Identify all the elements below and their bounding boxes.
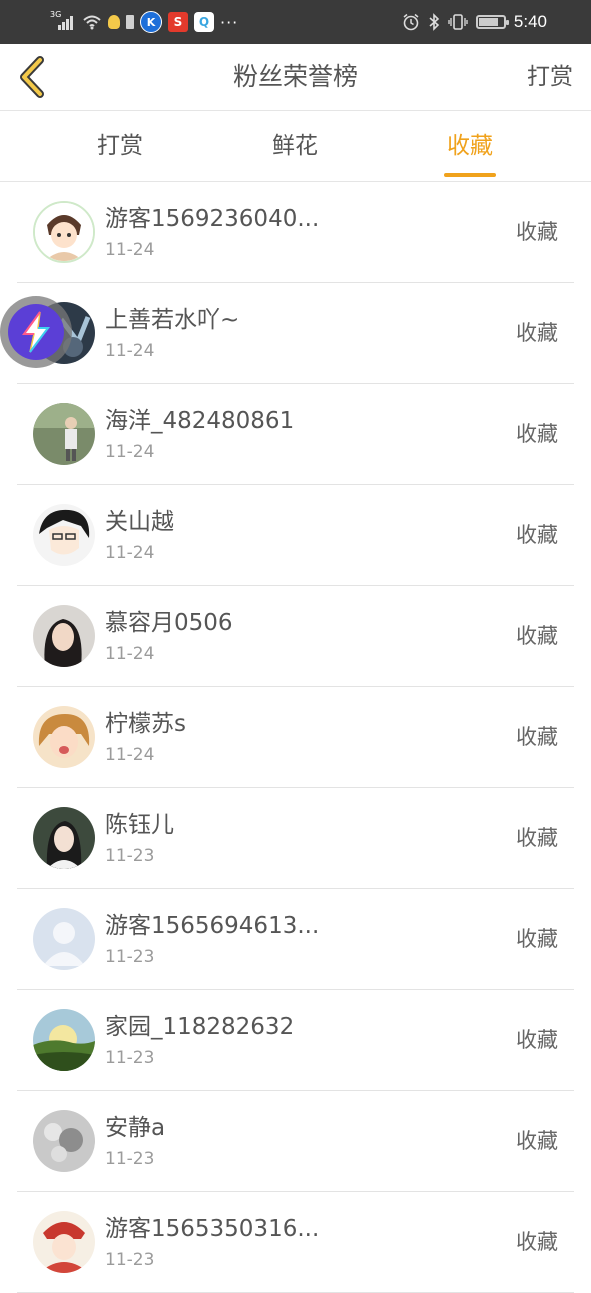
list-item[interactable]: 游客1565694613... 11-23 收藏 [17,889,574,990]
alarm-icon [403,13,419,31]
avatar [33,605,95,667]
tab-reward[interactable]: 打赏 [50,111,190,181]
tab-favorites[interactable]: 收藏 [400,111,540,181]
user-date: 11-23 [105,846,155,866]
row-action-label: 收藏 [516,1230,558,1254]
row-action-label: 收藏 [516,927,558,951]
network-type-label: 3G [50,10,62,19]
row-action-label: 收藏 [516,725,558,749]
user-name: 安静a [105,1115,166,1141]
tab-bar: 打赏 鲜花 收藏 [0,111,591,182]
cellular-signal-icon: 3G [50,10,76,32]
user-date: 11-24 [105,745,155,765]
lightning-bolt-icon [22,311,50,353]
list-item[interactable]: 柠檬苏s 11-24 收藏 [17,687,574,788]
user-name: 关山越 [105,509,174,535]
small-battery-icon [126,15,134,29]
user-name: 家园_118282632 [105,1014,295,1040]
app-q-icon: Q [194,12,214,32]
user-name: 陈钰儿 [105,812,174,838]
tab-label: 收藏 [447,133,493,159]
user-date: 11-23 [105,947,155,967]
user-date: 11-23 [105,1149,155,1169]
tab-flowers[interactable]: 鲜花 [225,111,365,181]
avatar [33,1009,95,1071]
list-item[interactable]: 陈钰儿 11-23 收藏 [17,788,574,889]
user-date: 11-24 [105,442,155,462]
user-date: 11-23 [105,1048,155,1068]
list-item[interactable]: 游客1565350316... 11-23 收藏 [17,1192,574,1293]
reward-button[interactable]: 打赏 [527,44,573,110]
status-right: 5:40 [402,10,547,34]
user-name: 上善若水吖~ [105,307,240,333]
row-action-label: 收藏 [516,1129,558,1153]
avatar [33,807,95,869]
clock: 5:40 [513,12,547,31]
user-name: 游客1565694613... [105,913,320,939]
tab-label: 打赏 [97,133,143,159]
user-name: 游客1565350316... [105,1216,320,1242]
list-item[interactable]: 慕容月0506 11-24 收藏 [17,586,574,687]
user-name: 海洋_482480861 [105,408,295,434]
page-title: 粉丝荣誉榜 [232,62,358,91]
avatar [33,504,95,566]
avatar [33,908,95,970]
row-action-label: 收藏 [516,220,558,244]
lightbulb-icon [108,15,120,29]
avatar [33,201,95,263]
list-item[interactable]: 关山越 11-24 收藏 [17,485,574,586]
more-notifications-icon: ··· [220,12,239,32]
avatar [33,706,95,768]
bluetooth-icon [429,13,440,31]
app-k-icon: K [140,11,162,33]
row-action-label: 收藏 [516,1028,558,1052]
user-date: 11-24 [105,543,155,563]
status-left: 3G K S Q ··· [50,10,238,34]
row-action-label: 收藏 [516,321,558,345]
list-item[interactable]: 安静a 11-23 收藏 [17,1091,574,1192]
tab-label: 鲜花 [272,133,318,159]
status-bar: 3G K S Q ··· 5:40 [0,0,591,44]
avatar [33,1211,95,1273]
navigation-header: 粉丝荣誉榜 打赏 [0,44,591,111]
avatar [33,1110,95,1172]
list-item[interactable]: 海洋_482480861 11-24 收藏 [17,384,574,485]
row-action-label: 收藏 [516,624,558,648]
user-date: 11-24 [105,240,155,260]
user-date: 11-24 [105,341,155,361]
battery-icon [475,15,509,29]
row-action-label: 收藏 [516,422,558,446]
user-name: 柠檬苏s [105,711,186,737]
user-name: 慕容月0506 [105,610,233,636]
user-date: 11-24 [105,644,155,664]
user-date: 11-23 [105,1250,155,1270]
row-action-label: 收藏 [516,826,558,850]
vibrate-icon [448,14,468,30]
list-item[interactable]: 游客1569236040... 11-24 收藏 [17,182,574,283]
floating-assistant-button[interactable] [0,296,72,368]
fan-list: 游客1569236040... 11-24 收藏 上善若水吖~ 11-24 收藏… [0,182,591,1293]
wifi-icon [83,15,101,30]
row-action-label: 收藏 [516,523,558,547]
active-tab-indicator [444,173,496,177]
list-item[interactable]: 家园_118282632 11-23 收藏 [17,990,574,1091]
app-s-icon: S [168,12,188,32]
user-name: 游客1569236040... [105,206,320,232]
list-item[interactable]: 上善若水吖~ 11-24 收藏 [17,283,574,384]
avatar [33,403,95,465]
